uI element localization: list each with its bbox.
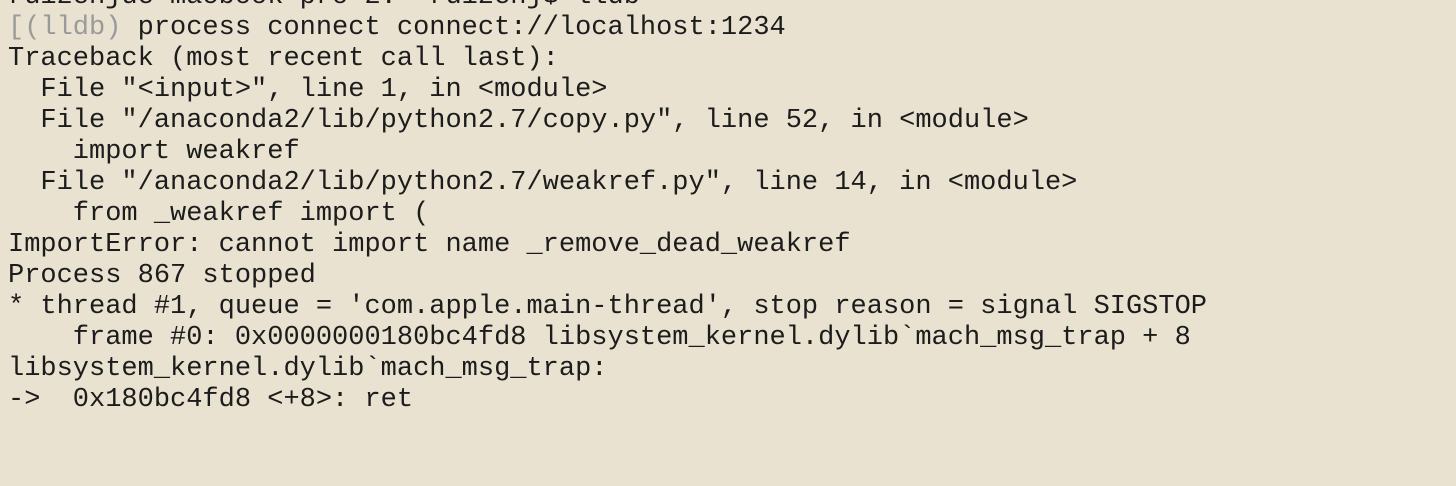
terminal-line: ImportError: cannot import name _remove_…: [8, 230, 851, 260]
terminal-line: Traceback (most recent call last):: [8, 44, 559, 74]
terminal-line: -> 0x180bc4fd8 <+8>: ret: [8, 385, 414, 415]
terminal-output: ruizenjue-macbook-pro-2:~ ruizenj$ lldb …: [8, 0, 1448, 416]
terminal-line: File "/anaconda2/lib/python2.7/copy.py",…: [8, 106, 1029, 136]
terminal-line: File "/anaconda2/lib/python2.7/weakref.p…: [8, 168, 1078, 198]
terminal-window[interactable]: ruizenjue-macbook-pro-2:~ ruizenj$ lldb …: [0, 0, 1456, 486]
terminal-line: File "<input>", line 1, in <module>: [8, 75, 608, 105]
terminal-line: * thread #1, queue = 'com.apple.main-thr…: [8, 292, 1207, 322]
terminal-line: libsystem_kernel.dylib`mach_msg_trap:: [8, 354, 608, 384]
lldb-prompt: [(lldb): [8, 13, 138, 43]
terminal-line: import weakref: [8, 137, 300, 167]
command-text: process connect connect://localhost:1234: [137, 13, 786, 43]
terminal-line-cut-top: ruizenjue-macbook-pro-2:~ ruizenj$ lldb: [8, 0, 1448, 13]
prompt-line: [(lldb) process connect connect://localh…: [8, 13, 1448, 44]
terminal-line: frame #0: 0x0000000180bc4fd8 libsystem_k…: [8, 323, 1191, 353]
terminal-line: Process 867 stopped: [8, 261, 316, 291]
terminal-line: from _weakref import (: [8, 199, 430, 229]
